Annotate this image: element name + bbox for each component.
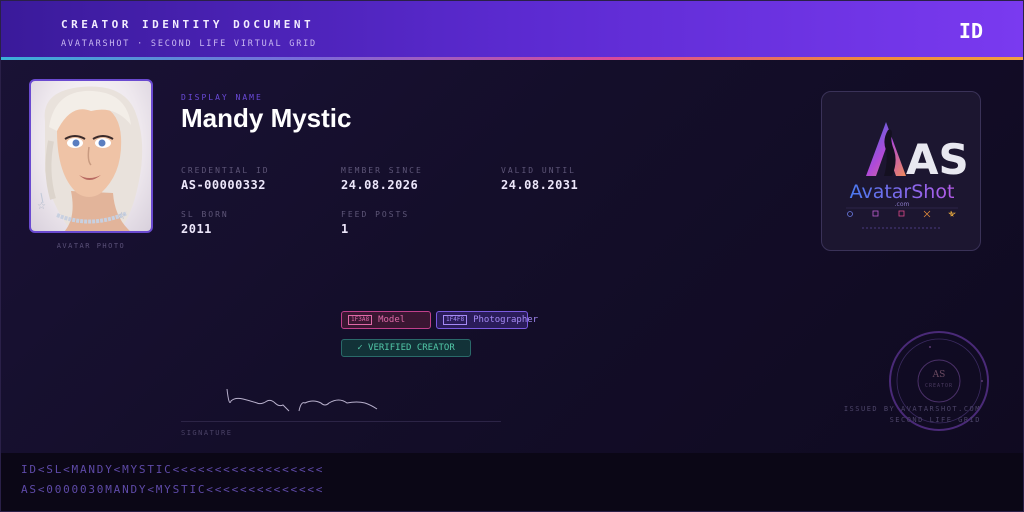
issued-by-line1: ISSUED BY AVATARSHOT.COM xyxy=(843,405,981,413)
avatar-photo: ☆ ☆ xyxy=(29,79,153,233)
photo-caption: AVATAR PHOTO xyxy=(56,242,126,250)
display-name-label: DISPLAY NAME xyxy=(181,93,263,102)
avatarshot-logo-graphic: AS AvatarShot .com xyxy=(846,122,969,229)
valid-until-label: VALID UNTIL xyxy=(501,166,576,175)
avatarshot-logo: AS AvatarShot .com xyxy=(821,91,981,251)
identity-card: CREATOR IDENTITY DOCUMENT AVATARSHOT · S… xyxy=(0,0,1024,512)
member-since-label: MEMBER SINCE xyxy=(341,166,423,175)
display-name: Mandy Mystic xyxy=(181,103,352,133)
mrz-line-1: ID<SL<MANDY<MYSTIC<<<<<<<<<<<<<<<<<< xyxy=(21,463,325,476)
avatar-portrait: ☆ ☆ xyxy=(37,86,143,231)
tag-photographer: 1F4F8 Photographer xyxy=(436,311,538,329)
document-subtitle: AVATARSHOT · SECOND LIFE VIRTUAL GRID xyxy=(61,39,317,49)
header-divider xyxy=(1,57,1023,60)
mrz-line-2: AS<0000030MANDY<MYSTIC<<<<<<<<<<<<<< xyxy=(21,483,325,496)
tag-model-code: 1F3A8 xyxy=(348,315,373,325)
machine-readable-zone: ID<SL<MANDY<MYSTIC<<<<<<<<<<<<<<<<<< AS<… xyxy=(1,453,1023,511)
svg-text:☆: ☆ xyxy=(117,211,126,222)
verified-creator-badge: ✓ VERIFIED CREATOR xyxy=(341,339,471,357)
svg-text:☆: ☆ xyxy=(37,201,46,212)
document-title: CREATOR IDENTITY DOCUMENT xyxy=(61,18,315,31)
credential-id-value: AS-00000332 xyxy=(181,178,266,192)
svg-text:AvatarShot: AvatarShot xyxy=(850,181,955,203)
tag-model: 1F3A8 Model xyxy=(341,311,431,329)
tag-model-label: Model xyxy=(378,315,406,325)
credential-id-label: CREDENTIAL ID xyxy=(181,166,270,175)
signature-caption: SIGNATURE xyxy=(181,429,233,437)
svg-text:.com: .com xyxy=(895,201,910,208)
tag-photographer-label: Photographer xyxy=(473,315,539,325)
tag-photographer-code: 1F4F8 xyxy=(443,315,468,325)
signature-line xyxy=(181,421,501,422)
svg-text:CREATOR: CREATOR xyxy=(925,383,953,389)
svg-text:AS: AS xyxy=(932,370,946,380)
sl-born-value: 2011 xyxy=(181,222,212,236)
issued-by-line2: SECOND LIFE GRID xyxy=(889,416,981,424)
issued-by: ISSUED BY AVATARSHOT.COM SECOND LIFE GRI… xyxy=(844,404,981,426)
svg-text:AS: AS xyxy=(906,135,969,184)
id-badge: ID xyxy=(958,19,983,43)
signature-scribble xyxy=(226,388,378,412)
member-since-value: 24.08.2026 xyxy=(341,178,419,192)
feed-posts-label: FEED POSTS xyxy=(341,210,410,219)
feed-posts-value: 1 xyxy=(341,222,349,236)
valid-until-value: 24.08.2031 xyxy=(501,178,579,192)
sl-born-label: SL BORN xyxy=(181,210,229,219)
card-header: CREATOR IDENTITY DOCUMENT AVATARSHOT · S… xyxy=(1,1,1023,57)
